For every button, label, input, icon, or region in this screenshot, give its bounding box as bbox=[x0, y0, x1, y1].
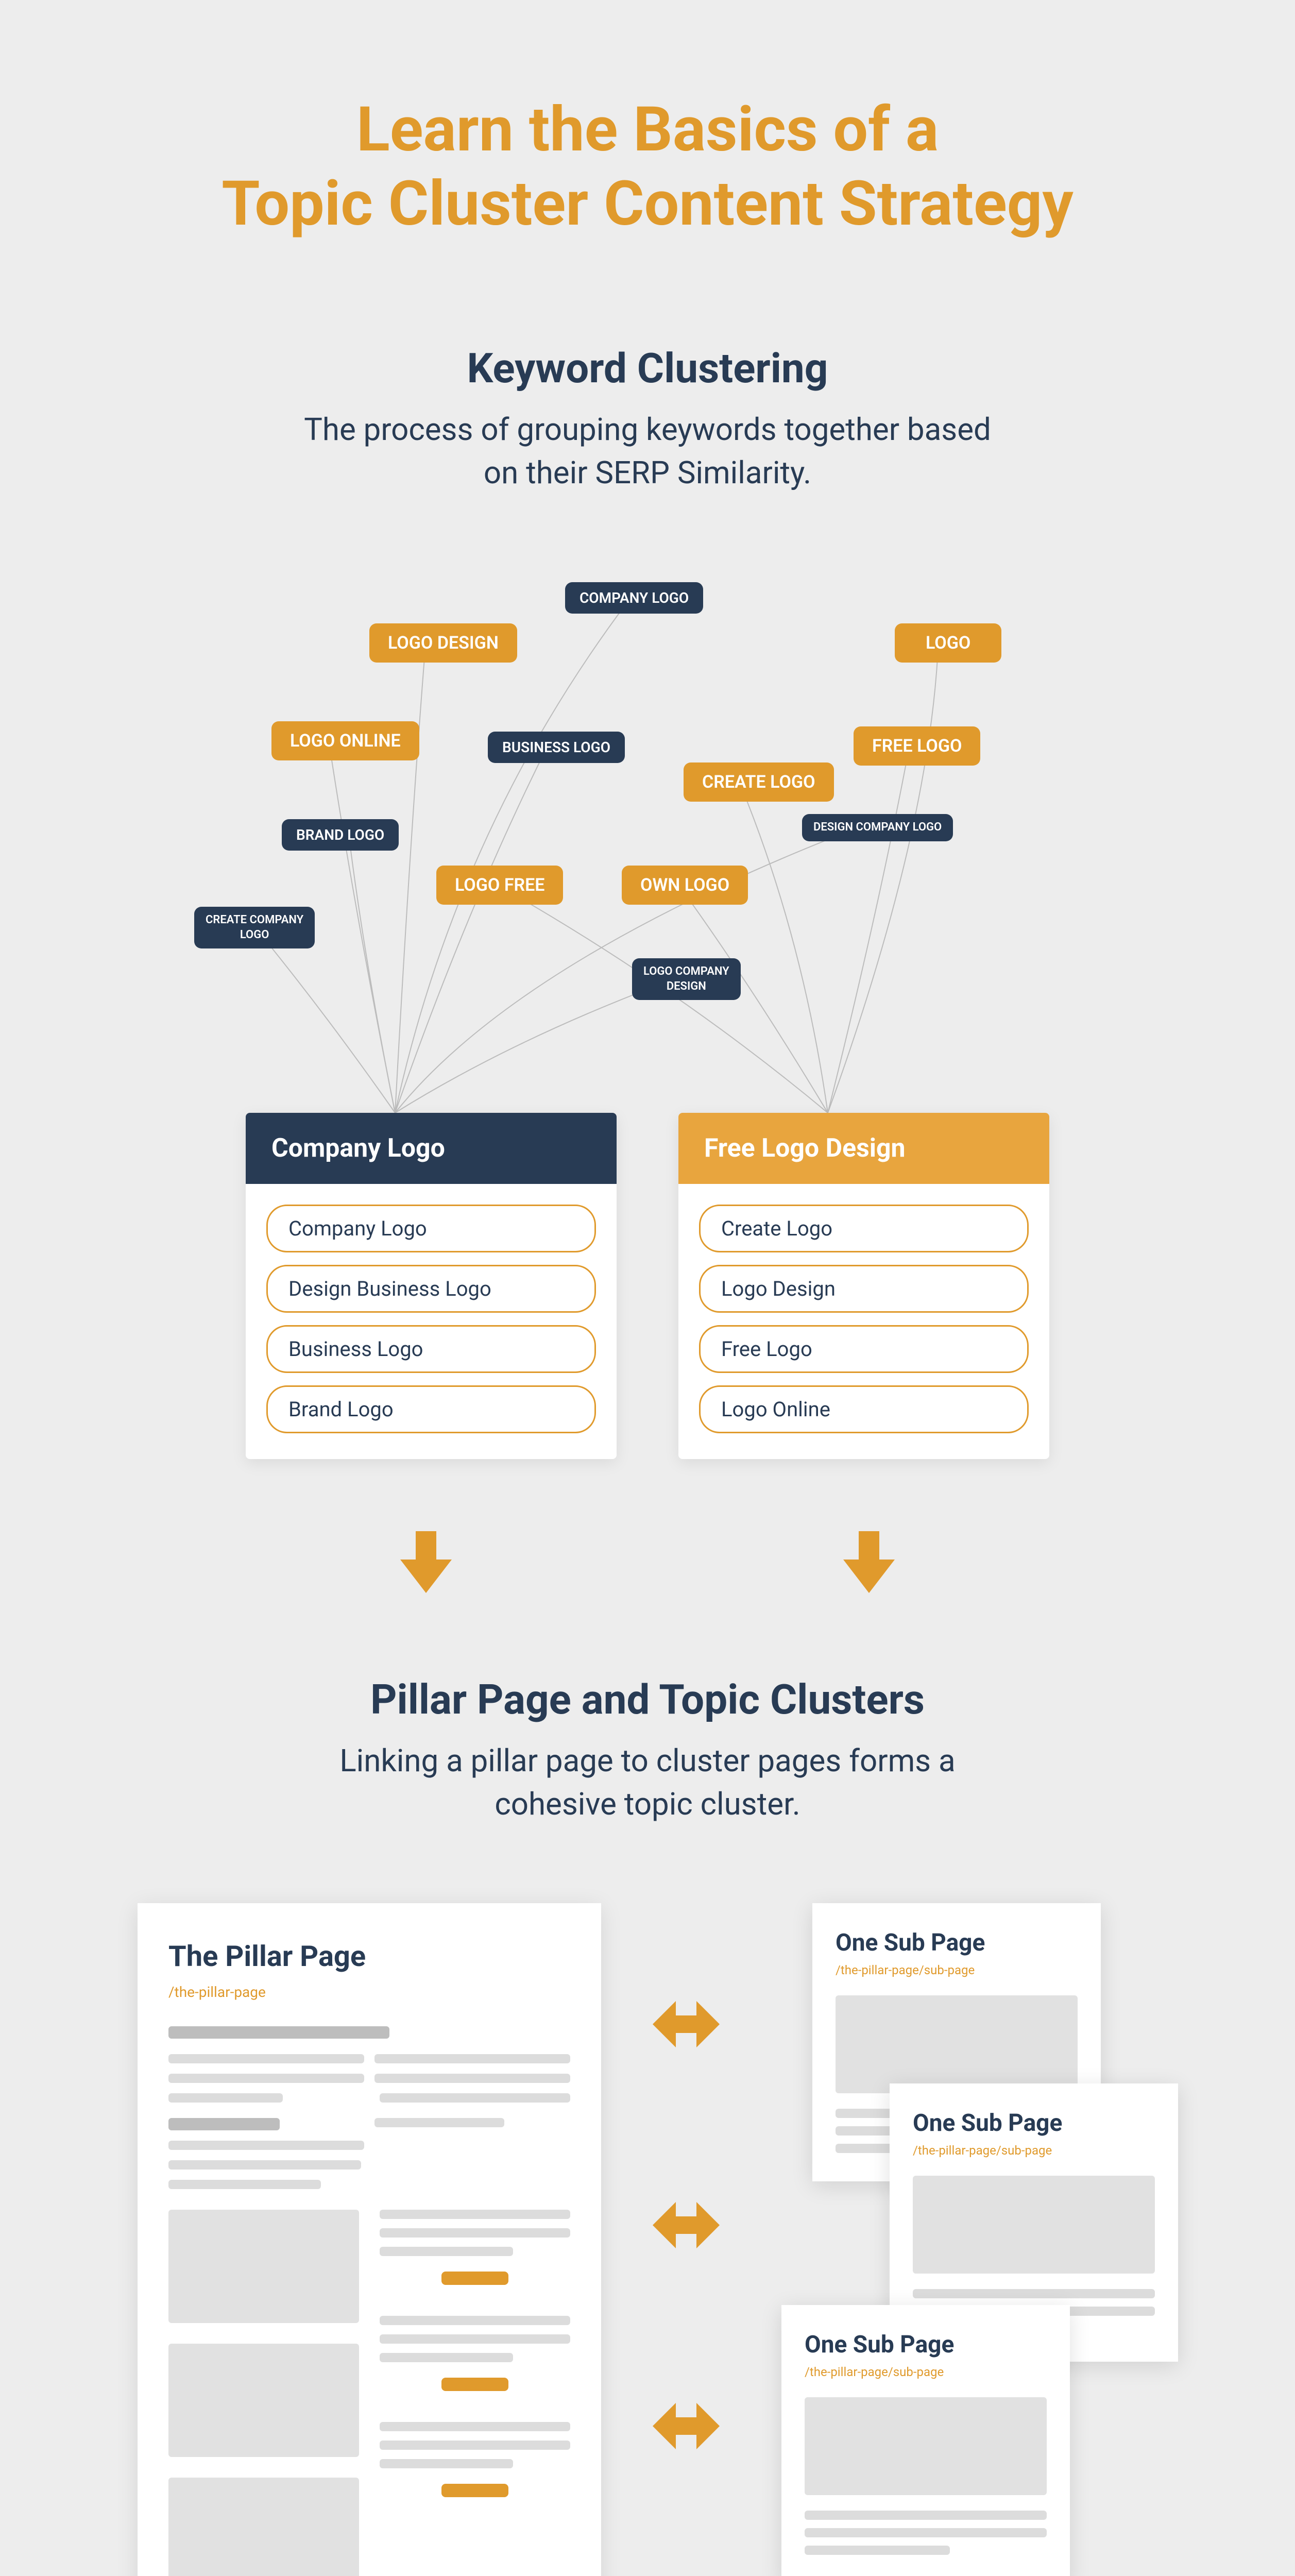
pill-design-company-logo: DESIGN COMPANY LOGO bbox=[802, 814, 953, 841]
accent-bar bbox=[441, 2378, 508, 2391]
image-placeholder bbox=[805, 2397, 1047, 2495]
card-item: Brand Logo bbox=[266, 1385, 596, 1433]
arrow-bidirectional-icon bbox=[653, 2398, 720, 2454]
accent-bar bbox=[441, 2272, 508, 2285]
down-arrows-row bbox=[103, 1531, 1192, 1593]
card-item: Logo Design bbox=[699, 1265, 1029, 1313]
title-line-2: Topic Cluster Content Strategy bbox=[221, 168, 1074, 240]
pill-logo-free: LOGO FREE bbox=[436, 866, 563, 905]
card-header: Free Logo Design bbox=[678, 1113, 1049, 1184]
pill-create-company-logo: CREATE COMPANY LOGO bbox=[194, 907, 315, 948]
arrow-bidirectional-icon bbox=[653, 2197, 720, 2253]
placeholder-line bbox=[168, 2026, 389, 2039]
sub-page-url: /the-pillar-page/sub-page bbox=[913, 2143, 1155, 2158]
sub-page-mock: One Sub Page /the-pillar-page/sub-page bbox=[781, 2305, 1070, 2576]
card-item: Company Logo bbox=[266, 1205, 596, 1252]
image-placeholder bbox=[168, 2478, 359, 2576]
pill-logo-online: LOGO ONLINE bbox=[271, 721, 419, 760]
pillar-page-mock: The Pillar Page /the-pillar-page bbox=[138, 1903, 601, 2576]
placeholder-line bbox=[168, 2160, 361, 2170]
arrow-down-icon bbox=[400, 1531, 452, 1593]
card-item: Free Logo bbox=[699, 1325, 1029, 1373]
pillar-cluster-diagram: The Pillar Page /the-pillar-page bbox=[103, 1903, 1192, 2576]
image-placeholder bbox=[913, 2176, 1155, 2274]
sub-page-title: One Sub Page bbox=[913, 2109, 1155, 2137]
keyword-cluster-diagram: COMPANY LOGO LOGO DESIGN LOGO LOGO ONLIN… bbox=[107, 572, 1188, 1113]
sub-page-title: One Sub Page bbox=[805, 2331, 1047, 2359]
sub-page-url: /the-pillar-page/sub-page bbox=[805, 2365, 1047, 2379]
card-item: Create Logo bbox=[699, 1205, 1029, 1252]
section-2-title: Pillar Page and Topic Clusters bbox=[103, 1675, 1192, 1724]
infographic-container: Learn the Basics of a Topic Cluster Cont… bbox=[0, 0, 1295, 2576]
connector-lines bbox=[107, 572, 1188, 1113]
arrow-down-icon bbox=[843, 1531, 895, 1593]
cluster-card-company-logo: Company Logo Company Logo Design Busines… bbox=[246, 1113, 617, 1459]
card-body: Create Logo Logo Design Free Logo Logo O… bbox=[678, 1184, 1049, 1459]
card-body: Company Logo Design Business Logo Busine… bbox=[246, 1184, 617, 1459]
pillar-columns bbox=[168, 2210, 570, 2576]
main-title: Learn the Basics of a Topic Cluster Cont… bbox=[103, 93, 1192, 241]
bidirectional-arrows bbox=[653, 1996, 720, 2454]
pill-business-logo: BUSINESS LOGO bbox=[488, 732, 625, 763]
cluster-card-free-logo-design: Free Logo Design Create Logo Logo Design… bbox=[678, 1113, 1049, 1459]
title-line-1: Learn the Basics of a bbox=[356, 94, 939, 166]
accent-bar bbox=[441, 2484, 508, 2497]
placeholder-line bbox=[168, 2180, 321, 2189]
pill-company-logo: COMPANY LOGO bbox=[565, 582, 703, 614]
section-1-subtitle: The process of grouping keywords togethe… bbox=[103, 408, 1192, 495]
placeholder-row bbox=[168, 2118, 570, 2130]
pill-free-logo: FREE LOGO bbox=[854, 726, 980, 766]
section-2-subtitle: Linking a pillar page to cluster pages f… bbox=[103, 1739, 1192, 1826]
image-placeholder bbox=[168, 2210, 359, 2323]
placeholder-row bbox=[168, 2141, 570, 2150]
card-item: Logo Online bbox=[699, 1385, 1029, 1433]
image-placeholder bbox=[836, 1995, 1078, 2093]
arrow-bidirectional-icon bbox=[653, 1996, 720, 2053]
section-1-title: Keyword Clustering bbox=[103, 344, 1192, 393]
pill-own-logo: OWN LOGO bbox=[622, 866, 748, 905]
placeholder-row bbox=[168, 2093, 570, 2103]
pill-logo-company-design: LOGO COMPANY DESIGN bbox=[632, 958, 741, 1000]
pillar-col-left bbox=[168, 2210, 359, 2576]
sub-page-title: One Sub Page bbox=[836, 1929, 1078, 1957]
card-header: Company Logo bbox=[246, 1113, 617, 1184]
card-item: Design Business Logo bbox=[266, 1265, 596, 1313]
image-placeholder bbox=[168, 2344, 359, 2457]
sub-page-url: /the-pillar-page/sub-page bbox=[836, 1963, 1078, 1977]
placeholder-row bbox=[168, 2074, 570, 2083]
pillar-col-right bbox=[380, 2210, 570, 2576]
pillar-page-title: The Pillar Page bbox=[168, 1939, 570, 1973]
sub-pages-stack: One Sub Page /the-pillar-page/sub-page O… bbox=[771, 1903, 1157, 2576]
cluster-cards-row: Company Logo Company Logo Design Busines… bbox=[103, 1113, 1192, 1459]
pill-logo: LOGO bbox=[895, 623, 1001, 663]
pill-logo-design: LOGO DESIGN bbox=[369, 623, 517, 663]
card-item: Business Logo bbox=[266, 1325, 596, 1373]
pill-brand-logo: BRAND LOGO bbox=[282, 819, 399, 851]
placeholder-row bbox=[168, 2054, 570, 2063]
pill-create-logo: CREATE LOGO bbox=[684, 762, 834, 802]
pillar-page-url: /the-pillar-page bbox=[168, 1984, 570, 2001]
